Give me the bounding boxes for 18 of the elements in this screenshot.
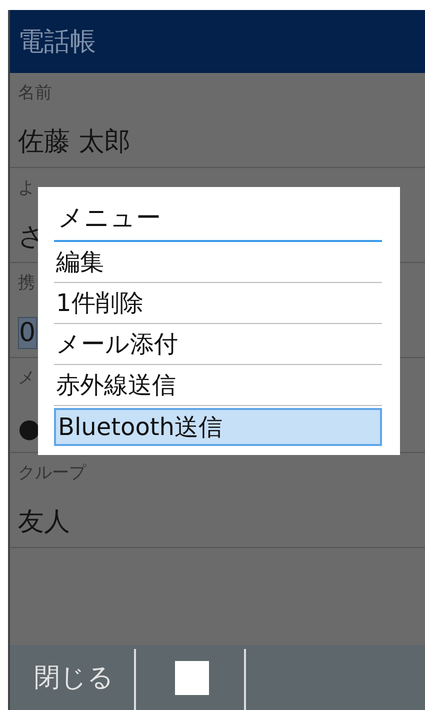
menu-item[interactable]: 1件削除 bbox=[54, 283, 382, 324]
field-label: メ bbox=[18, 367, 35, 389]
menu-item[interactable]: メール添付 bbox=[54, 324, 382, 365]
menu-item[interactable]: Bluetooth送信 bbox=[54, 408, 382, 446]
field-value[interactable]: 0 bbox=[18, 317, 37, 349]
field-label: クループ bbox=[18, 462, 86, 484]
screen-title: 電話帳 bbox=[18, 26, 96, 59]
field-value[interactable]: 友人 bbox=[18, 504, 70, 539]
close-button[interactable]: 閉じる bbox=[10, 645, 134, 710]
menu-item[interactable]: 編集 bbox=[54, 242, 382, 283]
field-label: よ bbox=[18, 177, 35, 199]
menu-item[interactable]: 赤外線送信 bbox=[54, 365, 382, 406]
field-value[interactable]: 佐藤 太郎 bbox=[18, 124, 130, 159]
field-value[interactable]: ● bbox=[18, 414, 41, 444]
menu-title: メニュー bbox=[54, 201, 382, 242]
field-label: 名前 bbox=[18, 82, 52, 104]
field-label: 携 bbox=[18, 272, 35, 294]
square-icon bbox=[175, 660, 209, 694]
